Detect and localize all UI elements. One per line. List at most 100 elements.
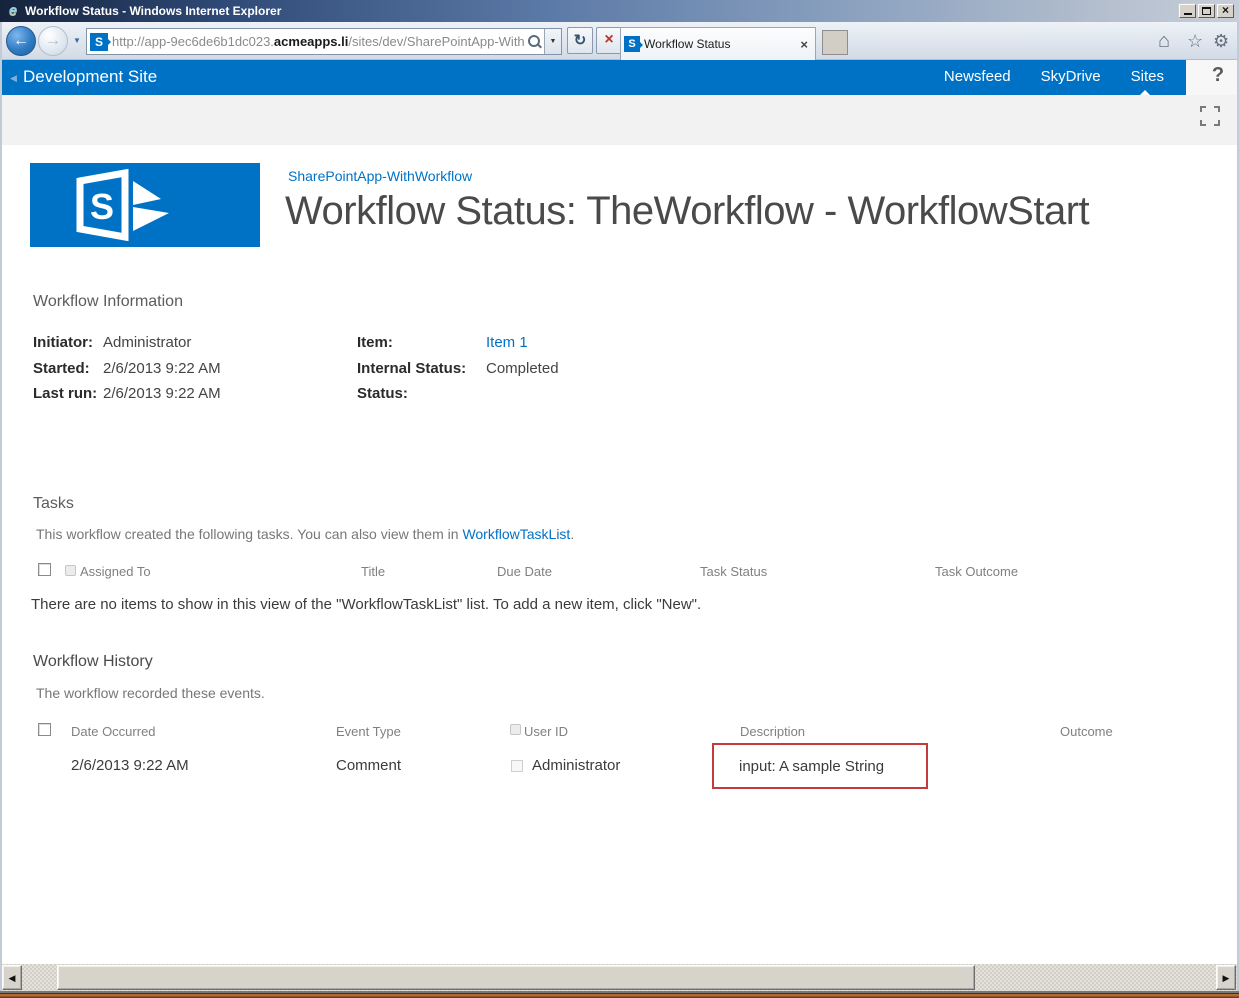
- tasks-intro-text: This workflow created the following task…: [36, 526, 463, 542]
- help-button[interactable]: ?: [1203, 64, 1233, 87]
- status-label: Status:: [357, 385, 408, 402]
- suite-link-skydrive[interactable]: SkyDrive: [1041, 68, 1101, 85]
- ribbon-strip: [0, 95, 1239, 145]
- presence-icon: [65, 565, 76, 576]
- history-col-description[interactable]: Description: [740, 724, 805, 739]
- tasks-col-task-status[interactable]: Task Status: [700, 564, 767, 579]
- new-tab-button[interactable]: [822, 30, 848, 55]
- forward-button[interactable]: →: [38, 26, 68, 56]
- site-title[interactable]: Development Site: [23, 67, 157, 87]
- history-intro: The workflow recorded these events.: [36, 685, 265, 701]
- history-col-outcome[interactable]: Outcome: [1060, 724, 1113, 739]
- suite-link-sites[interactable]: Sites: [1131, 68, 1164, 85]
- tasks-col-due-date[interactable]: Due Date: [497, 564, 552, 579]
- stop-icon: ×: [604, 31, 614, 48]
- sharepoint-logo: S: [30, 163, 260, 247]
- scroll-left-icon: ◀: [8, 973, 16, 983]
- history-row-user: Administrator: [532, 757, 621, 774]
- suite-bar: ◀ Development Site Newsfeed SkyDrive Sit…: [0, 60, 1239, 95]
- forward-icon: →: [45, 32, 61, 49]
- history-row-description: input: A sample String: [739, 758, 885, 775]
- recent-pages-dropdown[interactable]: ▼: [73, 36, 81, 45]
- tasks-col-assigned-to[interactable]: Assigned To: [80, 564, 151, 579]
- stop-button[interactable]: ×: [596, 27, 622, 54]
- presence-icon: [510, 724, 521, 735]
- history-row-date: 2/6/2013 9:22 AM: [71, 757, 189, 774]
- workflow-history-heading: Workflow History: [33, 653, 153, 670]
- workflow-task-list-link[interactable]: WorkflowTaskList: [462, 526, 570, 542]
- breadcrumb-app-link[interactable]: SharePointApp-WithWorkflow: [288, 168, 472, 184]
- search-icon[interactable]: [524, 32, 544, 52]
- address-dropdown-button[interactable]: ▼: [544, 29, 561, 54]
- tasks-select-all-checkbox[interactable]: [38, 563, 51, 576]
- horizontal-scrollbar[interactable]: ◀ ▶: [0, 963, 1239, 991]
- last-run-value: 2/6/2013 9:22 AM: [103, 385, 221, 402]
- window-controls: ×: [1178, 3, 1235, 19]
- page-title: Workflow Status: TheWorkflow - WorkflowS…: [285, 189, 1090, 233]
- initiator-label: Initiator:: [33, 334, 93, 351]
- annotation-highlight-box: input: A sample String: [712, 743, 928, 789]
- last-run-label: Last run:: [33, 385, 98, 402]
- minimize-icon: [1183, 13, 1192, 15]
- suite-bar-blue: ◀ Development Site Newsfeed SkyDrive Sit…: [0, 60, 1186, 95]
- maximize-button[interactable]: [1198, 4, 1215, 18]
- scroll-right-icon: ▶: [1222, 973, 1230, 983]
- url-domain: acmeapps.li: [273, 34, 349, 49]
- suite-links: Newsfeed SkyDrive Sites: [944, 68, 1164, 85]
- home-icon[interactable]: ⌂: [1158, 30, 1170, 52]
- url-prefix: http://app-9ec6de6b1dc023.: [112, 34, 274, 49]
- focus-on-content-icon[interactable]: [1198, 104, 1222, 128]
- internal-status-label: Internal Status:: [357, 360, 467, 377]
- tasks-empty-message: There are no items to show in this view …: [31, 596, 702, 613]
- back-button[interactable]: ←: [6, 26, 36, 56]
- tab-workflow-status[interactable]: S Workflow Status ×: [620, 27, 816, 60]
- tasks-col-title[interactable]: Title: [361, 564, 385, 579]
- minimize-button[interactable]: [1179, 4, 1196, 18]
- favorites-icon[interactable]: ☆: [1187, 30, 1203, 52]
- initiator-value: Administrator: [103, 334, 192, 351]
- scroll-left-button[interactable]: ◀: [2, 965, 22, 990]
- history-col-date-occurred[interactable]: Date Occurred: [71, 724, 156, 739]
- chevron-down-icon: ▼: [549, 38, 557, 45]
- scroll-right-button[interactable]: ▶: [1216, 965, 1236, 990]
- refresh-button[interactable]: ↻: [567, 27, 593, 54]
- history-col-user-id[interactable]: User ID: [524, 724, 568, 739]
- tab-favicon: S: [624, 36, 643, 52]
- settings-gear-icon[interactable]: ⚙: [1213, 30, 1229, 52]
- tasks-intro: This workflow created the following task…: [36, 526, 574, 542]
- browser-toolbar: ← → ▼ S http://app-9ec6de6b1dc023.acmeap…: [0, 22, 1239, 60]
- page-content: S SharePointApp-WithWorkflow Workflow St…: [0, 145, 1239, 963]
- workflow-information-heading: Workflow Information: [33, 293, 183, 310]
- history-col-event-type[interactable]: Event Type: [336, 724, 401, 739]
- url-text[interactable]: http://app-9ec6de6b1dc023.acmeapps.li/si…: [112, 34, 524, 49]
- title-bar: e Workflow Status - Windows Internet Exp…: [0, 0, 1239, 22]
- tasks-intro-suffix: .: [570, 526, 575, 542]
- internal-status-value: Completed: [486, 360, 559, 377]
- svg-text:S: S: [90, 186, 114, 227]
- window-title: Workflow Status - Windows Internet Explo…: [25, 4, 282, 18]
- history-row-event-type: Comment: [336, 757, 402, 774]
- sharepoint-site-icon: S: [90, 32, 111, 51]
- started-value: 2/6/2013 9:22 AM: [103, 360, 221, 377]
- suite-link-newsfeed[interactable]: Newsfeed: [944, 68, 1011, 85]
- window-left-border: [0, 22, 2, 991]
- tasks-col-task-outcome[interactable]: Task Outcome: [935, 564, 1018, 579]
- started-label: Started:: [33, 360, 90, 377]
- tab-close-icon[interactable]: ×: [800, 38, 808, 51]
- item-link[interactable]: Item 1: [486, 334, 528, 351]
- close-icon: ×: [1221, 3, 1229, 17]
- site-back-icon[interactable]: ◀: [10, 73, 17, 84]
- browser-window: e Workflow Status - Windows Internet Exp…: [0, 0, 1239, 998]
- url-path: /sites/dev/SharePointApp-WithWorkflow/_l…: [348, 34, 524, 49]
- tab-title: Workflow Status: [644, 37, 731, 51]
- scrollbar-thumb[interactable]: [57, 965, 975, 990]
- window-bottom-frame: [0, 991, 1239, 998]
- close-button[interactable]: ×: [1217, 4, 1234, 18]
- history-row-user-checkbox[interactable]: [511, 760, 523, 772]
- address-bar[interactable]: S http://app-9ec6de6b1dc023.acmeapps.li/…: [86, 28, 562, 55]
- maximize-icon: [1202, 7, 1211, 15]
- history-select-all-checkbox[interactable]: [38, 723, 51, 736]
- ie-logo-icon: e: [8, 2, 18, 19]
- back-icon: ←: [13, 32, 29, 49]
- item-label: Item:: [357, 334, 393, 351]
